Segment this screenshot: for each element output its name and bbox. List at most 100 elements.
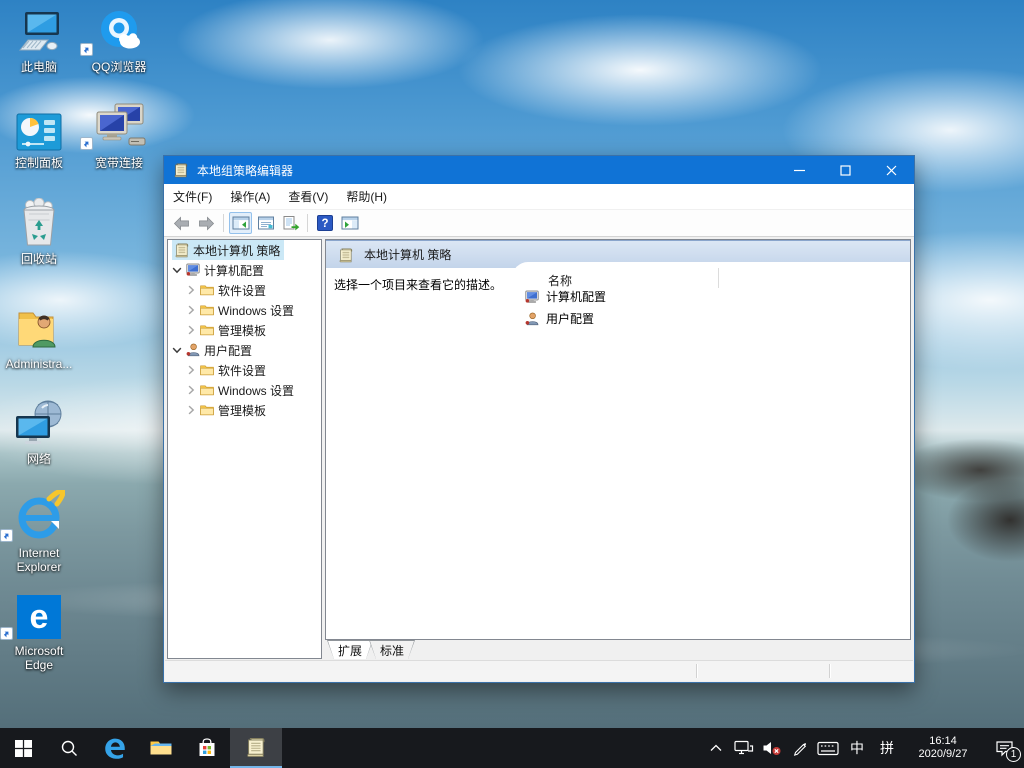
- tab-extended[interactable]: 扩展: [327, 640, 373, 659]
- tree-item-user-configuration[interactable]: 用户配置: [168, 340, 321, 360]
- desktop-icon-this-pc[interactable]: 此电脑: [0, 6, 78, 74]
- tree-item-administrative-templates-user[interactable]: 管理模板: [168, 400, 321, 420]
- desktop-icon-label: 宽带连接: [80, 156, 158, 170]
- desktop-icon-control-panel[interactable]: 控制面板: [0, 102, 78, 170]
- clock-date: 2020/9/27: [906, 748, 980, 761]
- tree-item-label: 软件设置: [218, 282, 266, 299]
- tree-item-windows-settings[interactable]: Windows 设置: [168, 300, 321, 320]
- chevron-right-icon[interactable]: [185, 284, 197, 296]
- chevron-down-icon[interactable]: [171, 344, 183, 356]
- chevron-right-icon[interactable]: [185, 384, 197, 396]
- column-header-name[interactable]: 名称: [548, 272, 572, 289]
- menu-action[interactable]: 操作(A): [221, 184, 279, 209]
- view-tabs: 扩展 标准: [325, 640, 911, 659]
- control-panel-icon: [0, 102, 78, 152]
- desktop-icon-internet-explorer[interactable]: Internet Explorer: [0, 492, 78, 574]
- start-button[interactable]: [0, 728, 46, 768]
- tree-item-label: 管理模板: [218, 322, 266, 339]
- shortcut-arrow-icon: [0, 627, 13, 640]
- tree-item-windows-settings-user[interactable]: Windows 设置: [168, 380, 321, 400]
- file-explorer-button[interactable]: [138, 728, 184, 768]
- desktop-icon-label: 回收站: [0, 252, 78, 266]
- menu-view[interactable]: 查看(V): [279, 184, 337, 209]
- column-divider[interactable]: [718, 268, 719, 288]
- clock-time: 16:14: [906, 735, 980, 748]
- tree-item-local-computer-policy[interactable]: 本地计算机 策略: [168, 240, 321, 260]
- desktop-icon-recycle-bin[interactable]: 回收站: [0, 198, 78, 266]
- export-list-button[interactable]: [279, 212, 302, 234]
- tree-item-administrative-templates[interactable]: 管理模板: [168, 320, 321, 340]
- desktop-icon-network[interactable]: 网络: [0, 398, 78, 466]
- chevron-right-icon[interactable]: [185, 304, 197, 316]
- menu-help[interactable]: 帮助(H): [337, 184, 396, 209]
- tree-item-label: 软件设置: [218, 362, 266, 379]
- taskbar: 中 拼 16:14 2020/9/27 1: [0, 728, 1024, 768]
- result-pane: 本地计算机 策略 选择一个项目来查看它的描述。 名称 计算机配置: [325, 239, 911, 640]
- computer-config-icon: [185, 262, 201, 278]
- show-action-pane-button[interactable]: [338, 212, 361, 234]
- ime-language-indicator[interactable]: 中: [842, 728, 872, 768]
- tab-label: 标准: [370, 641, 414, 659]
- menu-file[interactable]: 文件(F): [164, 184, 221, 209]
- close-button[interactable]: [868, 156, 914, 184]
- tab-standard[interactable]: 标准: [369, 640, 415, 659]
- chevron-down-icon[interactable]: [171, 264, 183, 276]
- properties-button[interactable]: [254, 212, 277, 234]
- desktop-icon-label: QQ浏览器: [80, 60, 158, 74]
- properties-icon: [257, 215, 275, 231]
- broadband-icon: [80, 102, 158, 152]
- taskbar-edge-button[interactable]: [92, 728, 138, 768]
- desktop-icon-label: 网络: [0, 452, 78, 466]
- network-icon: [0, 398, 78, 448]
- folder-icon: [199, 322, 215, 338]
- desktop-icon-broadband[interactable]: 宽带连接: [80, 102, 158, 170]
- show-console-tree-button[interactable]: [229, 212, 252, 234]
- tray-volume-button[interactable]: [758, 728, 786, 768]
- clock[interactable]: 16:14 2020/9/27: [906, 735, 980, 761]
- user-config-icon: [524, 311, 540, 327]
- chevron-right-icon[interactable]: [185, 324, 197, 336]
- shortcut-arrow-icon: [0, 529, 13, 542]
- tray-chevron-up-button[interactable]: [702, 728, 730, 768]
- tree-item-software-settings[interactable]: 软件设置: [168, 280, 321, 300]
- minimize-button[interactable]: [776, 156, 822, 184]
- taskbar-gpedit-button[interactable]: [230, 728, 282, 768]
- chevron-right-icon[interactable]: [185, 404, 197, 416]
- file-explorer-icon: [149, 738, 173, 758]
- result-item-computer-configuration[interactable]: 计算机配置: [524, 288, 606, 305]
- desktop-icon-qq-browser[interactable]: QQ浏览器: [80, 6, 158, 74]
- forward-button[interactable]: [195, 212, 218, 234]
- store-button[interactable]: [184, 728, 230, 768]
- chevron-up-icon: [710, 744, 722, 752]
- tray-pen-button[interactable]: [786, 728, 814, 768]
- desktop-icon-label: Internet Explorer: [0, 546, 78, 574]
- export-list-icon: [282, 215, 300, 231]
- help-button[interactable]: ?: [313, 212, 336, 234]
- tray-keyboard-button[interactable]: [814, 728, 842, 768]
- shortcut-arrow-icon: [80, 137, 93, 150]
- console-tree: 本地计算机 策略 计算机配置: [167, 239, 322, 659]
- title-bar[interactable]: 本地组策略编辑器: [164, 156, 914, 184]
- result-item-label: 计算机配置: [546, 288, 606, 305]
- folder-icon: [199, 362, 215, 378]
- status-bar: [165, 660, 913, 681]
- desktop-icon-microsoft-edge[interactable]: e Microsoft Edge: [0, 590, 78, 672]
- desktop-icon-label: Administra...: [0, 357, 78, 371]
- maximize-button[interactable]: [822, 156, 868, 184]
- result-description: 选择一个项目来查看它的描述。: [334, 276, 502, 293]
- tray-network-button[interactable]: [730, 728, 758, 768]
- result-item-user-configuration[interactable]: 用户配置: [524, 310, 594, 327]
- ime-mode-indicator[interactable]: 拼: [872, 728, 902, 768]
- tree-item-computer-configuration[interactable]: 计算机配置: [168, 260, 321, 280]
- folder-icon: [199, 382, 215, 398]
- back-button[interactable]: [170, 212, 193, 234]
- result-header-title: 本地计算机 策略: [364, 246, 451, 263]
- tree-item-software-settings-user[interactable]: 软件设置: [168, 360, 321, 380]
- desktop-icon-admin-folder[interactable]: Administra...: [0, 303, 78, 371]
- desktop-icon-label: Microsoft Edge: [0, 644, 78, 672]
- internet-explorer-icon: [0, 492, 78, 542]
- pen-icon: [792, 740, 808, 756]
- chevron-right-icon[interactable]: [185, 364, 197, 376]
- search-button[interactable]: [46, 728, 92, 768]
- action-center-button[interactable]: 1: [984, 728, 1024, 768]
